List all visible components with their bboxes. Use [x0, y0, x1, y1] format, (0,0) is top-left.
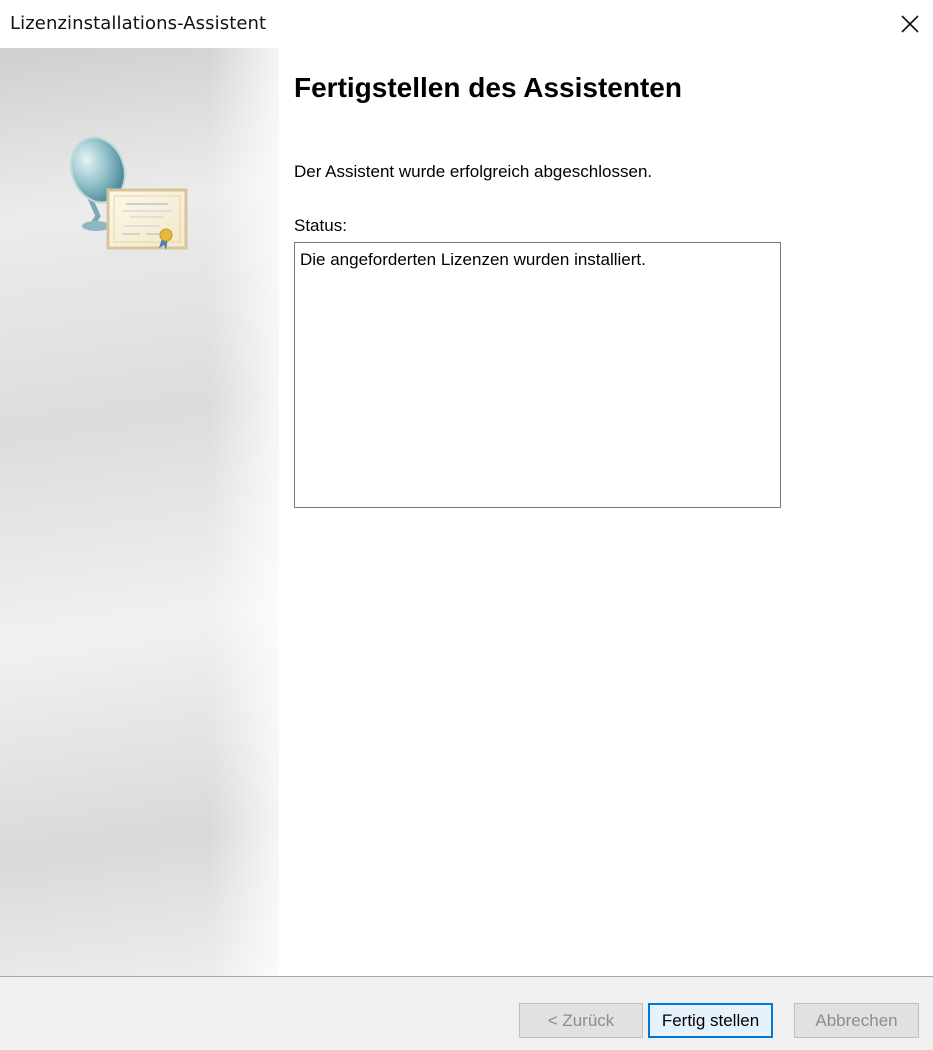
completion-message: Der Assistent wurde erfolgreich abgeschl… — [294, 162, 653, 181]
wizard-content: Fertigstellen des Assistenten Der Assist… — [279, 48, 933, 976]
close-icon — [901, 15, 919, 33]
close-button[interactable] — [887, 0, 933, 48]
cancel-button[interactable]: Abbrechen — [794, 1003, 919, 1038]
status-label: Status: — [294, 216, 347, 235]
page-title: Fertigstellen des Assistenten — [294, 72, 682, 103]
back-button[interactable]: < Zurück — [519, 1003, 643, 1038]
button-bar: < Zurück Fertig stellen Abbrechen — [0, 976, 933, 1050]
title-bar: Lizenzinstallations-Assistent — [0, 0, 933, 48]
license-certificate-icon — [70, 136, 188, 250]
wizard-window: Lizenzinstallations-Assistent Fertigstel… — [0, 0, 933, 1050]
status-textbox[interactable]: Die angeforderten Lizenzen wurden instal… — [294, 242, 781, 508]
wizard-sidebar — [0, 48, 279, 976]
finish-button[interactable]: Fertig stellen — [648, 1003, 773, 1038]
window-title: Lizenzinstallations-Assistent — [10, 13, 267, 34]
